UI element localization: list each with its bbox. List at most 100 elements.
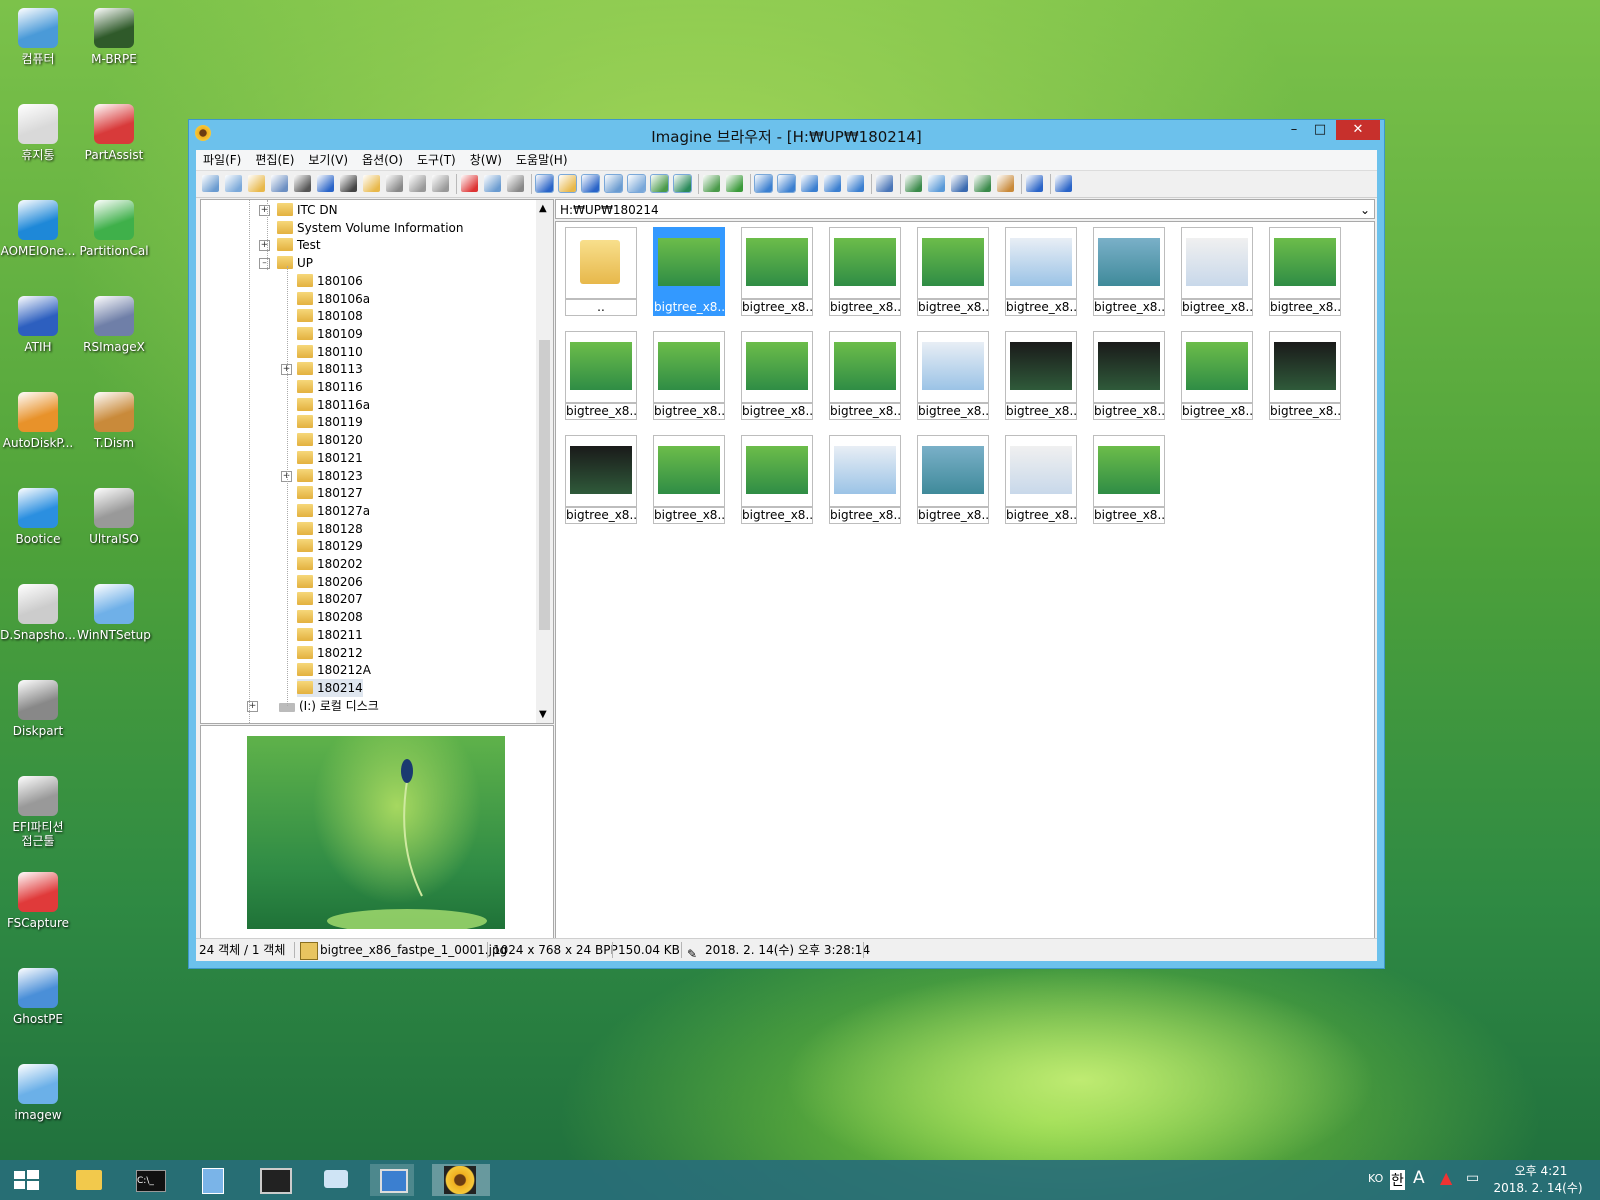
trash-icon[interactable] (409, 175, 426, 192)
tree-node[interactable]: 180128 (297, 520, 363, 538)
path-combobox[interactable]: H:₩UP₩180214 ⌄ (555, 199, 1375, 219)
mode3-icon[interactable] (581, 174, 600, 193)
image-thumbnail[interactable]: bigtree_x8... (917, 331, 989, 421)
image-thumbnail[interactable]: bigtree_x8... (1181, 227, 1253, 317)
tree-node[interactable]: 180110 (297, 343, 363, 361)
save-folder-icon[interactable] (271, 175, 288, 192)
up-folder-icon[interactable] (703, 175, 720, 192)
tree-node[interactable]: + Test (259, 236, 321, 254)
menu-item-6[interactable]: 도움말(H) (509, 150, 575, 170)
pen-icon[interactable] (1026, 175, 1043, 192)
mode4-icon[interactable] (604, 174, 623, 193)
file-explorer-taskbar-icon[interactable] (66, 1164, 110, 1196)
large-icons-icon[interactable] (754, 174, 773, 193)
monitor-taskbar-icon[interactable] (252, 1164, 296, 1196)
small-icons-icon[interactable] (801, 175, 818, 192)
desktop-icon-aomei[interactable]: AOMEIOne... (0, 200, 78, 258)
tree-node[interactable]: 180108 (297, 307, 363, 325)
paste-icon[interactable] (507, 175, 524, 192)
image-thumbnail[interactable]: bigtree_x8... (1181, 331, 1253, 421)
image-thumbnail[interactable]: bigtree_x8... (1269, 331, 1341, 421)
desktop-icon-butterfly[interactable]: Bootice (0, 488, 78, 546)
thumbnail-grid[interactable]: .. bigtree_x8... bigtree_x8... bigtree_x8..… (555, 221, 1375, 945)
tree-node[interactable]: 180120 (297, 431, 363, 449)
folder-tree[interactable]: + ITC DN System Volume Information + Test – UP… (200, 199, 554, 724)
image-thumbnail[interactable]: bigtree_x8... (565, 331, 637, 421)
info-icon[interactable] (317, 175, 334, 192)
desktop-icon-tools[interactable]: EFI파티션 접근툴 (0, 776, 78, 848)
wrench-icon[interactable] (876, 175, 893, 192)
desktop-icon-winntsetup[interactable]: WinNTSetup (74, 584, 154, 642)
tray-date[interactable]: 2018. 2. 14(수) (1488, 1179, 1588, 1196)
tree-node[interactable]: 180116a (297, 396, 370, 414)
image-thumbnail[interactable]: bigtree_x8... (565, 435, 637, 525)
tree-node[interactable]: 180121 (297, 449, 363, 467)
image-thumbnail[interactable]: bigtree_x8... (741, 435, 813, 525)
new-folder-icon[interactable] (363, 175, 380, 192)
tree-node[interactable]: 180214 (297, 678, 363, 697)
open-icon[interactable] (248, 175, 265, 192)
tree-node[interactable]: 180119 (297, 413, 363, 431)
title-bar[interactable]: Imagine 브라우저 - [H:₩UP₩180214] – □ ✕ (189, 120, 1384, 150)
image-thumbnail[interactable]: bigtree_x8... (653, 227, 725, 317)
image-thumbnail[interactable]: bigtree_x8... (741, 331, 813, 421)
menu-item-3[interactable]: 옵션(O) (355, 150, 410, 170)
notepad-taskbar-icon[interactable] (190, 1164, 234, 1196)
desktop-icon-computer[interactable]: 컴퓨터 (0, 8, 78, 66)
image-thumbnail[interactable]: bigtree_x8... (829, 227, 901, 317)
compare-icon[interactable] (905, 175, 922, 192)
tree-node[interactable]: + (I:) 로컬 디스크 (247, 697, 379, 715)
tree-node[interactable]: 180106 (297, 272, 363, 290)
desktop-icon-recycle-bin[interactable]: 휴지통 (0, 104, 78, 162)
image-thumbnail[interactable]: bigtree_x8... (1093, 435, 1165, 525)
image-thumbnail[interactable]: bigtree_x8... (917, 227, 989, 317)
list-icon[interactable] (824, 175, 841, 192)
image-thumbnail[interactable]: bigtree_x8... (653, 435, 725, 525)
expand-icon[interactable]: + (259, 240, 270, 252)
tree-node[interactable]: +180113 (281, 360, 363, 378)
tree-node[interactable]: 180211 (297, 626, 363, 644)
tree-node[interactable]: 180106a (297, 290, 370, 308)
tree-node[interactable]: + ITC DN (259, 201, 338, 219)
desktop-icon-rsimagex[interactable]: RSImageX (74, 296, 154, 354)
image-thumbnail[interactable]: bigtree_x8... (1269, 227, 1341, 317)
menu-item-1[interactable]: 편집(E) (248, 150, 301, 170)
collapse-icon[interactable]: – (259, 258, 270, 270)
tree-node[interactable]: System Volume Information (277, 219, 463, 237)
tree-node[interactable]: 180207 (297, 590, 363, 608)
tree-node[interactable]: 180212 (297, 644, 363, 662)
copy-to-icon[interactable] (928, 175, 945, 192)
copy-icon[interactable] (484, 175, 501, 192)
scroll-down-icon[interactable]: ▼ (539, 709, 547, 720)
tree-node[interactable]: 180127a (297, 502, 370, 520)
image-thumbnail[interactable]: bigtree_x8... (653, 331, 725, 421)
image-thumbnail[interactable]: bigtree_x8... (1093, 227, 1165, 317)
browse-icon[interactable] (225, 175, 242, 192)
tray-language[interactable]: KO (1368, 1172, 1383, 1185)
tag-icon[interactable] (386, 175, 403, 192)
start-button[interactable] (4, 1164, 48, 1196)
desktop-icon-imagew[interactable]: imagew (0, 1064, 78, 1122)
mode7-icon[interactable] (673, 174, 692, 193)
menu-item-4[interactable]: 도구(T) (410, 150, 463, 170)
move-to-icon[interactable] (951, 175, 968, 192)
medium-icons-icon[interactable] (777, 174, 796, 193)
desktop-icon-drive-snapshot[interactable]: D.Snapsho... (0, 584, 78, 642)
settings-icon[interactable] (432, 175, 449, 192)
tree-node[interactable]: 180116 (297, 378, 363, 396)
tree-scrollbar[interactable]: ▲ ▼ (536, 200, 553, 723)
tree-node[interactable]: 180212A (297, 661, 371, 679)
mode6-icon[interactable] (650, 174, 669, 193)
mode1-icon[interactable] (535, 174, 554, 193)
print-icon[interactable] (294, 175, 311, 192)
image-thumbnail[interactable]: bigtree_x8... (829, 435, 901, 525)
image-thumbnail[interactable]: bigtree_x8... (741, 227, 813, 317)
refresh-icon[interactable] (726, 175, 743, 192)
desktop-icon-fscapture[interactable]: FSCapture (0, 872, 78, 930)
tree-scroll-thumb[interactable] (539, 340, 550, 630)
view-icon[interactable] (202, 175, 219, 192)
tray-app-icon[interactable]: ▲ (1440, 1168, 1452, 1187)
tray-ime-indicator[interactable]: 한 (1390, 1170, 1405, 1190)
desktop-icon-tdism[interactable]: T.Dism (74, 392, 154, 450)
computer-taskbar-icon[interactable] (370, 1164, 414, 1196)
